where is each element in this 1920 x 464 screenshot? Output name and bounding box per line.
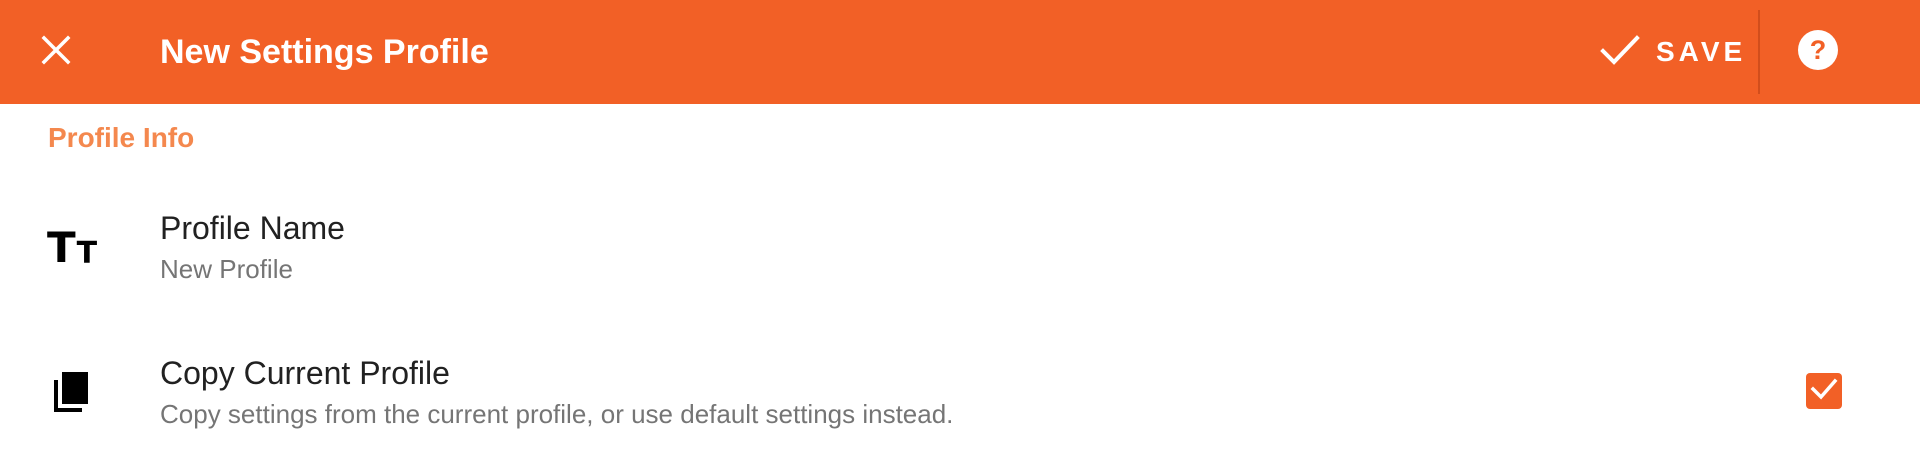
close-button[interactable] xyxy=(28,24,84,80)
close-icon xyxy=(40,34,72,71)
copy-current-profile-summary: Copy settings from the current profile, … xyxy=(160,399,954,429)
check-icon xyxy=(1600,34,1640,71)
save-label: SAVE xyxy=(1656,36,1747,67)
checkmark-icon xyxy=(1810,377,1838,406)
text-size-icon: TT xyxy=(46,223,98,272)
save-button[interactable]: SAVE xyxy=(1590,14,1756,90)
toolbar-title: New Settings Profile xyxy=(160,33,489,71)
copy-current-profile-preference[interactable] xyxy=(0,330,1920,464)
profile-name-title: Profile Name xyxy=(160,210,345,246)
app-toolbar: New Settings Profile SAVE ? xyxy=(0,0,1920,104)
section-header-profile-info: Profile Info xyxy=(48,122,195,153)
settings-profile-screen: New Settings Profile SAVE ? Profile Info… xyxy=(0,0,1920,464)
copy-current-profile-title: Copy Current Profile xyxy=(160,355,450,391)
copy-icon xyxy=(46,366,98,418)
help-button[interactable]: ? xyxy=(1790,24,1846,80)
help-circle-icon: ? xyxy=(1797,29,1839,76)
profile-name-preference[interactable] xyxy=(0,190,1920,306)
svg-text:?: ? xyxy=(1810,35,1827,65)
profile-name-value: New Profile xyxy=(160,254,293,284)
copy-current-profile-checkbox[interactable] xyxy=(1806,373,1842,409)
toolbar-divider xyxy=(1758,10,1760,94)
